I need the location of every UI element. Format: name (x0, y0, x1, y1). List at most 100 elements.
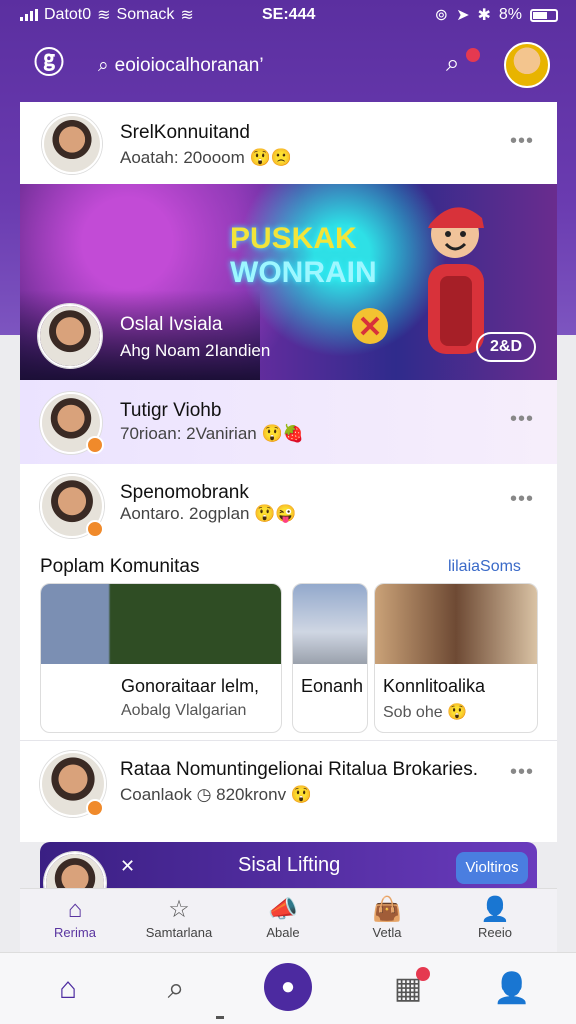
promo-banner[interactable]: ✕ Sisal Lifting Violtiros (40, 842, 537, 888)
bag-icon: 👜 (372, 896, 402, 923)
app-header: ⓖ ⌕ eoioiocalhoranan’ ⌕ (0, 36, 576, 96)
banner-author[interactable]: Oslal Ivsiala (120, 314, 222, 336)
tab-shop[interactable]: 👜 Vetla (342, 895, 432, 940)
notification-dot (416, 967, 430, 981)
tab-profile[interactable]: 👤 Reeio (450, 895, 540, 940)
post-author[interactable]: SrelKonnuitand (120, 122, 250, 144)
list-item[interactable]: Spenomobrank Aontaro. 2ogplan 😲😜 ••• (20, 464, 557, 550)
list-item[interactable]: Rataa Nomuntingelionai Ritalua Brokaries… (20, 740, 557, 842)
person-icon: 👤 (493, 972, 531, 1005)
post-author[interactable]: Tutigr Viohb (120, 400, 221, 422)
emoji-icon (352, 308, 388, 344)
community-image (293, 584, 367, 664)
bottom-navigation: ⌂ ⌕ ● ▦ 👤 (0, 952, 576, 1024)
promo-button[interactable]: Violtiros (456, 852, 528, 884)
notification-dot (466, 48, 480, 62)
emoji-icon: 😲 (290, 785, 312, 804)
post-meta: 70rioan: 2Vanirian 😲🍓 (120, 424, 304, 443)
tab-label: Reeio (478, 925, 512, 940)
post-meta: Aoatah: 20ooom 😲🙁 (120, 148, 292, 167)
home-icon: ⌂ (67, 896, 83, 923)
level-badge-icon (86, 436, 104, 454)
community-title: Eonanh (301, 676, 364, 696)
emoji-icon: 😲🙁 (249, 148, 292, 167)
person-icon: ● (280, 973, 296, 1000)
list-item[interactable]: Tutigr Viohb 70rioan: 2Vanirian 😲🍓 ••• (20, 380, 557, 464)
community-subtitle: Sob ohe 😲 (383, 704, 467, 721)
wifi-icon: ≋ (97, 7, 111, 24)
featured-banner[interactable]: PUSKAK WONRAIN Oslal Ivsiala Ahg Noam 2I… (20, 184, 557, 380)
search-icon: ⌕ (446, 50, 460, 77)
level-badge-icon (86, 799, 104, 817)
nav-create-button[interactable]: ● (264, 963, 312, 1011)
home-icon: ⌂ (58, 972, 78, 1005)
community-image (375, 584, 537, 664)
community-image (41, 584, 281, 664)
emoji-icon: 😲😜 (254, 504, 297, 523)
location-icon: ➤ (456, 7, 470, 24)
more-icon[interactable]: ••• (510, 761, 534, 784)
tab-label: Abale (266, 925, 300, 940)
star-icon: ☆ (168, 896, 190, 923)
battery-percent: 8% (498, 6, 522, 23)
tab-favorites[interactable]: ☆ Samtarlana (134, 895, 224, 940)
avatar[interactable] (42, 114, 102, 174)
community-card[interactable]: Gonoraitaar lelm, Aobalg Vlalgarian (40, 583, 282, 733)
level-badge-icon (86, 520, 104, 538)
close-icon[interactable]: ✕ (120, 856, 135, 877)
home-indicator (216, 1016, 224, 1019)
carrier2-label: Somack (116, 6, 175, 23)
tab-label: Rerima (54, 925, 96, 940)
bluetooth-icon: ✱ (477, 7, 491, 24)
community-card[interactable]: Konnlitoalika Sob ohe 😲 (374, 583, 538, 733)
post-author[interactable]: Rataa Nomuntingelionai Ritalua Brokaries… (120, 759, 478, 781)
emoji-icon: 😲 (447, 704, 467, 721)
search-icon: ⌕ (98, 55, 109, 76)
signal-icon (20, 9, 38, 21)
status-time: SE:444 (262, 6, 316, 23)
clock-icon: ◷ (196, 785, 212, 804)
emoji-icon: 😲🍓 (261, 424, 304, 443)
rotation-lock-icon: ⊚ (434, 7, 449, 24)
profile-avatar[interactable] (504, 42, 550, 88)
banner-pill-button[interactable]: 2&D (476, 332, 536, 362)
community-title: Konnlitoalika (383, 676, 486, 696)
tab-label: Vetla (372, 925, 402, 940)
promo-title: Sisal Lifting (238, 854, 341, 876)
app-logo-icon[interactable]: ⓖ (34, 48, 66, 80)
avatar[interactable] (38, 304, 102, 368)
list-item[interactable]: SrelKonnuitand Aoatah: 20ooom 😲🙁 ••• (20, 102, 557, 186)
nav-calendar-button[interactable]: ▦ (384, 967, 432, 1011)
post-meta: Coanlaok ◷ 820kronv 😲 (120, 785, 312, 804)
post-author[interactable]: Spenomobrank (120, 482, 249, 504)
megaphone-icon: 📣 (268, 896, 298, 923)
more-icon[interactable]: ••• (510, 408, 534, 431)
community-card[interactable]: Eonanh (292, 583, 368, 733)
person-icon: 👤 (480, 896, 510, 923)
status-bar: Datot0 ≋ Somack ≋ SE:444 ⊚ ➤ ✱ 8% (0, 0, 576, 30)
banner-title-line2: WONRAIN (230, 256, 377, 289)
nav-profile-button[interactable]: 👤 (488, 967, 536, 1011)
notifications-search-button[interactable]: ⌕ (446, 48, 480, 82)
search-bar[interactable]: ⌕ eoioiocalhoranan’ (98, 50, 264, 82)
search-icon: ⌕ (167, 972, 185, 1005)
nav-home-button[interactable]: ⌂ (44, 967, 92, 1011)
carrier-label: Datot0 (44, 6, 92, 23)
banner-meta: Ahg Noam 2Iandien (120, 341, 271, 360)
battery-icon (530, 8, 558, 22)
community-subtitle: Aobalg Vlalgarian (121, 702, 247, 719)
tab-bar: ⌂ Rerima ☆ Samtarlana 📣 Abale 👜 Vetla 👤 Reeio (20, 888, 557, 952)
tab-announce[interactable]: 📣 Abale (238, 895, 328, 940)
banner-title-line1: PUSKAK (230, 222, 357, 255)
avatar (44, 852, 106, 888)
more-icon[interactable]: ••• (510, 488, 534, 511)
community-title: Gonoraitaar lelm, (121, 676, 260, 696)
more-icon[interactable]: ••• (510, 130, 534, 153)
search-text: eoioiocalhoranan’ (114, 55, 264, 76)
section-title: Poplam Komunitas (40, 556, 200, 577)
wifi-icon-2: ≋ (180, 7, 194, 24)
tab-label: Samtarlana (145, 925, 213, 940)
tab-home[interactable]: ⌂ Rerima (30, 895, 120, 940)
nav-search-button[interactable]: ⌕ (152, 967, 200, 1011)
section-see-all-link[interactable]: lilaiaSoms (448, 558, 521, 576)
